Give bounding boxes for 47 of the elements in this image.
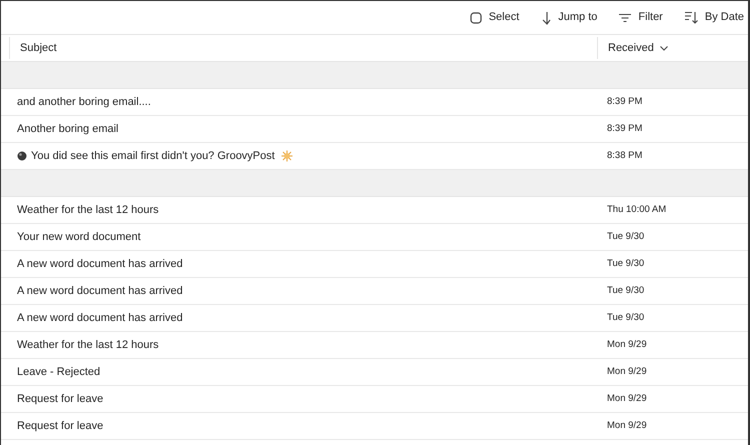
email-row[interactable]: A new word document has arrived Tue 9/30 bbox=[1, 278, 748, 305]
received-time: Tue 9/30 bbox=[607, 310, 644, 325]
email-row[interactable]: Leave - Rejected Mon 9/29 bbox=[1, 359, 748, 386]
sun-icon bbox=[280, 150, 293, 162]
toolbar-button[interactable]: Jump to bbox=[541, 6, 598, 30]
email-subject: Weather for the last 12 hours bbox=[17, 202, 159, 218]
dark-ball-icon bbox=[17, 151, 27, 161]
received-time: Thu 10:00 AM bbox=[607, 202, 666, 217]
email-row[interactable]: Request for leave Mon 9/29 bbox=[1, 413, 748, 440]
toolbar-button[interactable]: By Date bbox=[684, 6, 744, 30]
column-header[interactable]: Subject bbox=[9, 37, 597, 59]
email-subject: Another boring email bbox=[17, 122, 119, 137]
received-time: Tue 9/30 bbox=[607, 256, 644, 271]
email-row[interactable]: Your new word document Tue 9/30 bbox=[1, 224, 748, 251]
email-subject: Request for leave bbox=[17, 392, 104, 407]
filter-icon bbox=[619, 12, 632, 22]
email-row[interactable]: and another boring email.... 8:39 PM bbox=[1, 89, 748, 116]
email-subject: A new word document has arrived bbox=[17, 256, 183, 272]
email-subject: Leave - Rejected bbox=[17, 364, 100, 380]
received-time: Mon 9/29 bbox=[607, 418, 647, 433]
received-time: Tue 9/30 bbox=[607, 230, 644, 244]
email-subject: Weather for the last 12 hours bbox=[17, 338, 159, 353]
email-subject: Your new word document bbox=[17, 230, 141, 245]
email-row[interactable]: Another boring email 8:39 PM bbox=[1, 116, 748, 143]
email-row[interactable]: Weather for the last 12 hours Mon 9/29 bbox=[1, 332, 748, 359]
down-arrow-icon bbox=[541, 10, 552, 24]
received-time: 8:38 PM bbox=[607, 148, 642, 163]
email-row[interactable]: Request for leave Mon 9/29 bbox=[1, 386, 748, 413]
received-time: 8:39 PM bbox=[607, 94, 642, 109]
toolbar-button[interactable]: Filter bbox=[619, 6, 663, 30]
sort-icon bbox=[684, 11, 698, 24]
email-subject: A new word document has arrived bbox=[17, 310, 183, 326]
column-header[interactable]: Received bbox=[597, 37, 668, 59]
received-time: 8:39 PM bbox=[607, 122, 642, 136]
toolbar-button[interactable]: Select bbox=[470, 6, 520, 30]
received-time: Mon 9/29 bbox=[607, 338, 647, 352]
email-subject: A new word document has arrived bbox=[17, 284, 183, 299]
checkbox-icon bbox=[470, 12, 482, 24]
received-time: Mon 9/29 bbox=[607, 392, 647, 406]
received-time: Mon 9/29 bbox=[607, 364, 647, 379]
received-time: Tue 9/30 bbox=[607, 284, 644, 298]
email-subject: You did see this email first didn't you? GroovyPost bbox=[31, 148, 275, 164]
email-subject: Request for leave bbox=[17, 418, 104, 434]
email-row[interactable]: Weather for the last 12 hours Thu 10:00 AM bbox=[1, 197, 748, 224]
email-row[interactable]: A new word document has arrived Tue 9/30 bbox=[1, 251, 748, 278]
email-row[interactable]: A new word document has arrived Tue 9/30 bbox=[1, 305, 748, 332]
email-subject: and another boring email.... bbox=[17, 94, 151, 110]
